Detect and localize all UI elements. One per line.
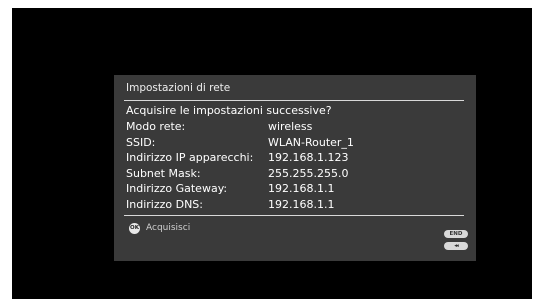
setting-row-gateway: Indirizzo Gateway: 192.168.1.1 <box>126 182 466 198</box>
accept-action[interactable]: OK Acquisisci <box>129 222 190 234</box>
accept-label: Acquisisci <box>146 223 191 233</box>
setting-value: 255.255.255.0 <box>268 166 349 180</box>
footer-divider <box>124 215 464 216</box>
setting-value: WLAN-Router_1 <box>268 135 354 149</box>
setting-row-network-mode: Modo rete: wireless <box>126 120 466 136</box>
setting-label: Indirizzo Gateway: <box>126 182 228 195</box>
dialog-title: Impostazioni di rete <box>126 82 231 94</box>
rewind-back-icon[interactable]: ◂◂ <box>444 242 468 250</box>
tv-screen: Impostazioni di rete Acquisire le impost… <box>12 8 532 299</box>
setting-value: 192.168.1.1 <box>268 182 335 195</box>
confirm-question: Acquisire le impostazioni successive? <box>126 104 332 117</box>
setting-value: 192.168.1.1 <box>268 197 335 211</box>
setting-label: Modo rete: <box>126 120 186 133</box>
setting-label: SSID: <box>126 135 156 149</box>
end-button-icon[interactable]: END <box>444 230 468 238</box>
network-settings-dialog: Impostazioni di rete Acquisire le impost… <box>114 75 476 261</box>
title-divider <box>124 100 464 101</box>
setting-label: Indirizzo IP apparecchi: <box>126 151 254 164</box>
ok-button-icon: OK <box>129 222 140 234</box>
setting-label: Indirizzo DNS: <box>126 197 203 211</box>
setting-value: wireless <box>268 120 313 133</box>
setting-value: 192.168.1.123 <box>268 151 349 164</box>
setting-row-subnet-mask: Subnet Mask: 255.255.255.0 <box>126 167 466 183</box>
setting-label: Subnet Mask: <box>126 166 201 180</box>
setting-row-dns: Indirizzo DNS: 192.168.1.1 <box>126 198 466 214</box>
setting-row-ssid: SSID: WLAN-Router_1 <box>126 136 466 152</box>
setting-row-ip-address: Indirizzo IP apparecchi: 192.168.1.123 <box>126 151 466 167</box>
settings-list: Modo rete: wireless SSID: WLAN-Router_1 … <box>126 120 466 213</box>
